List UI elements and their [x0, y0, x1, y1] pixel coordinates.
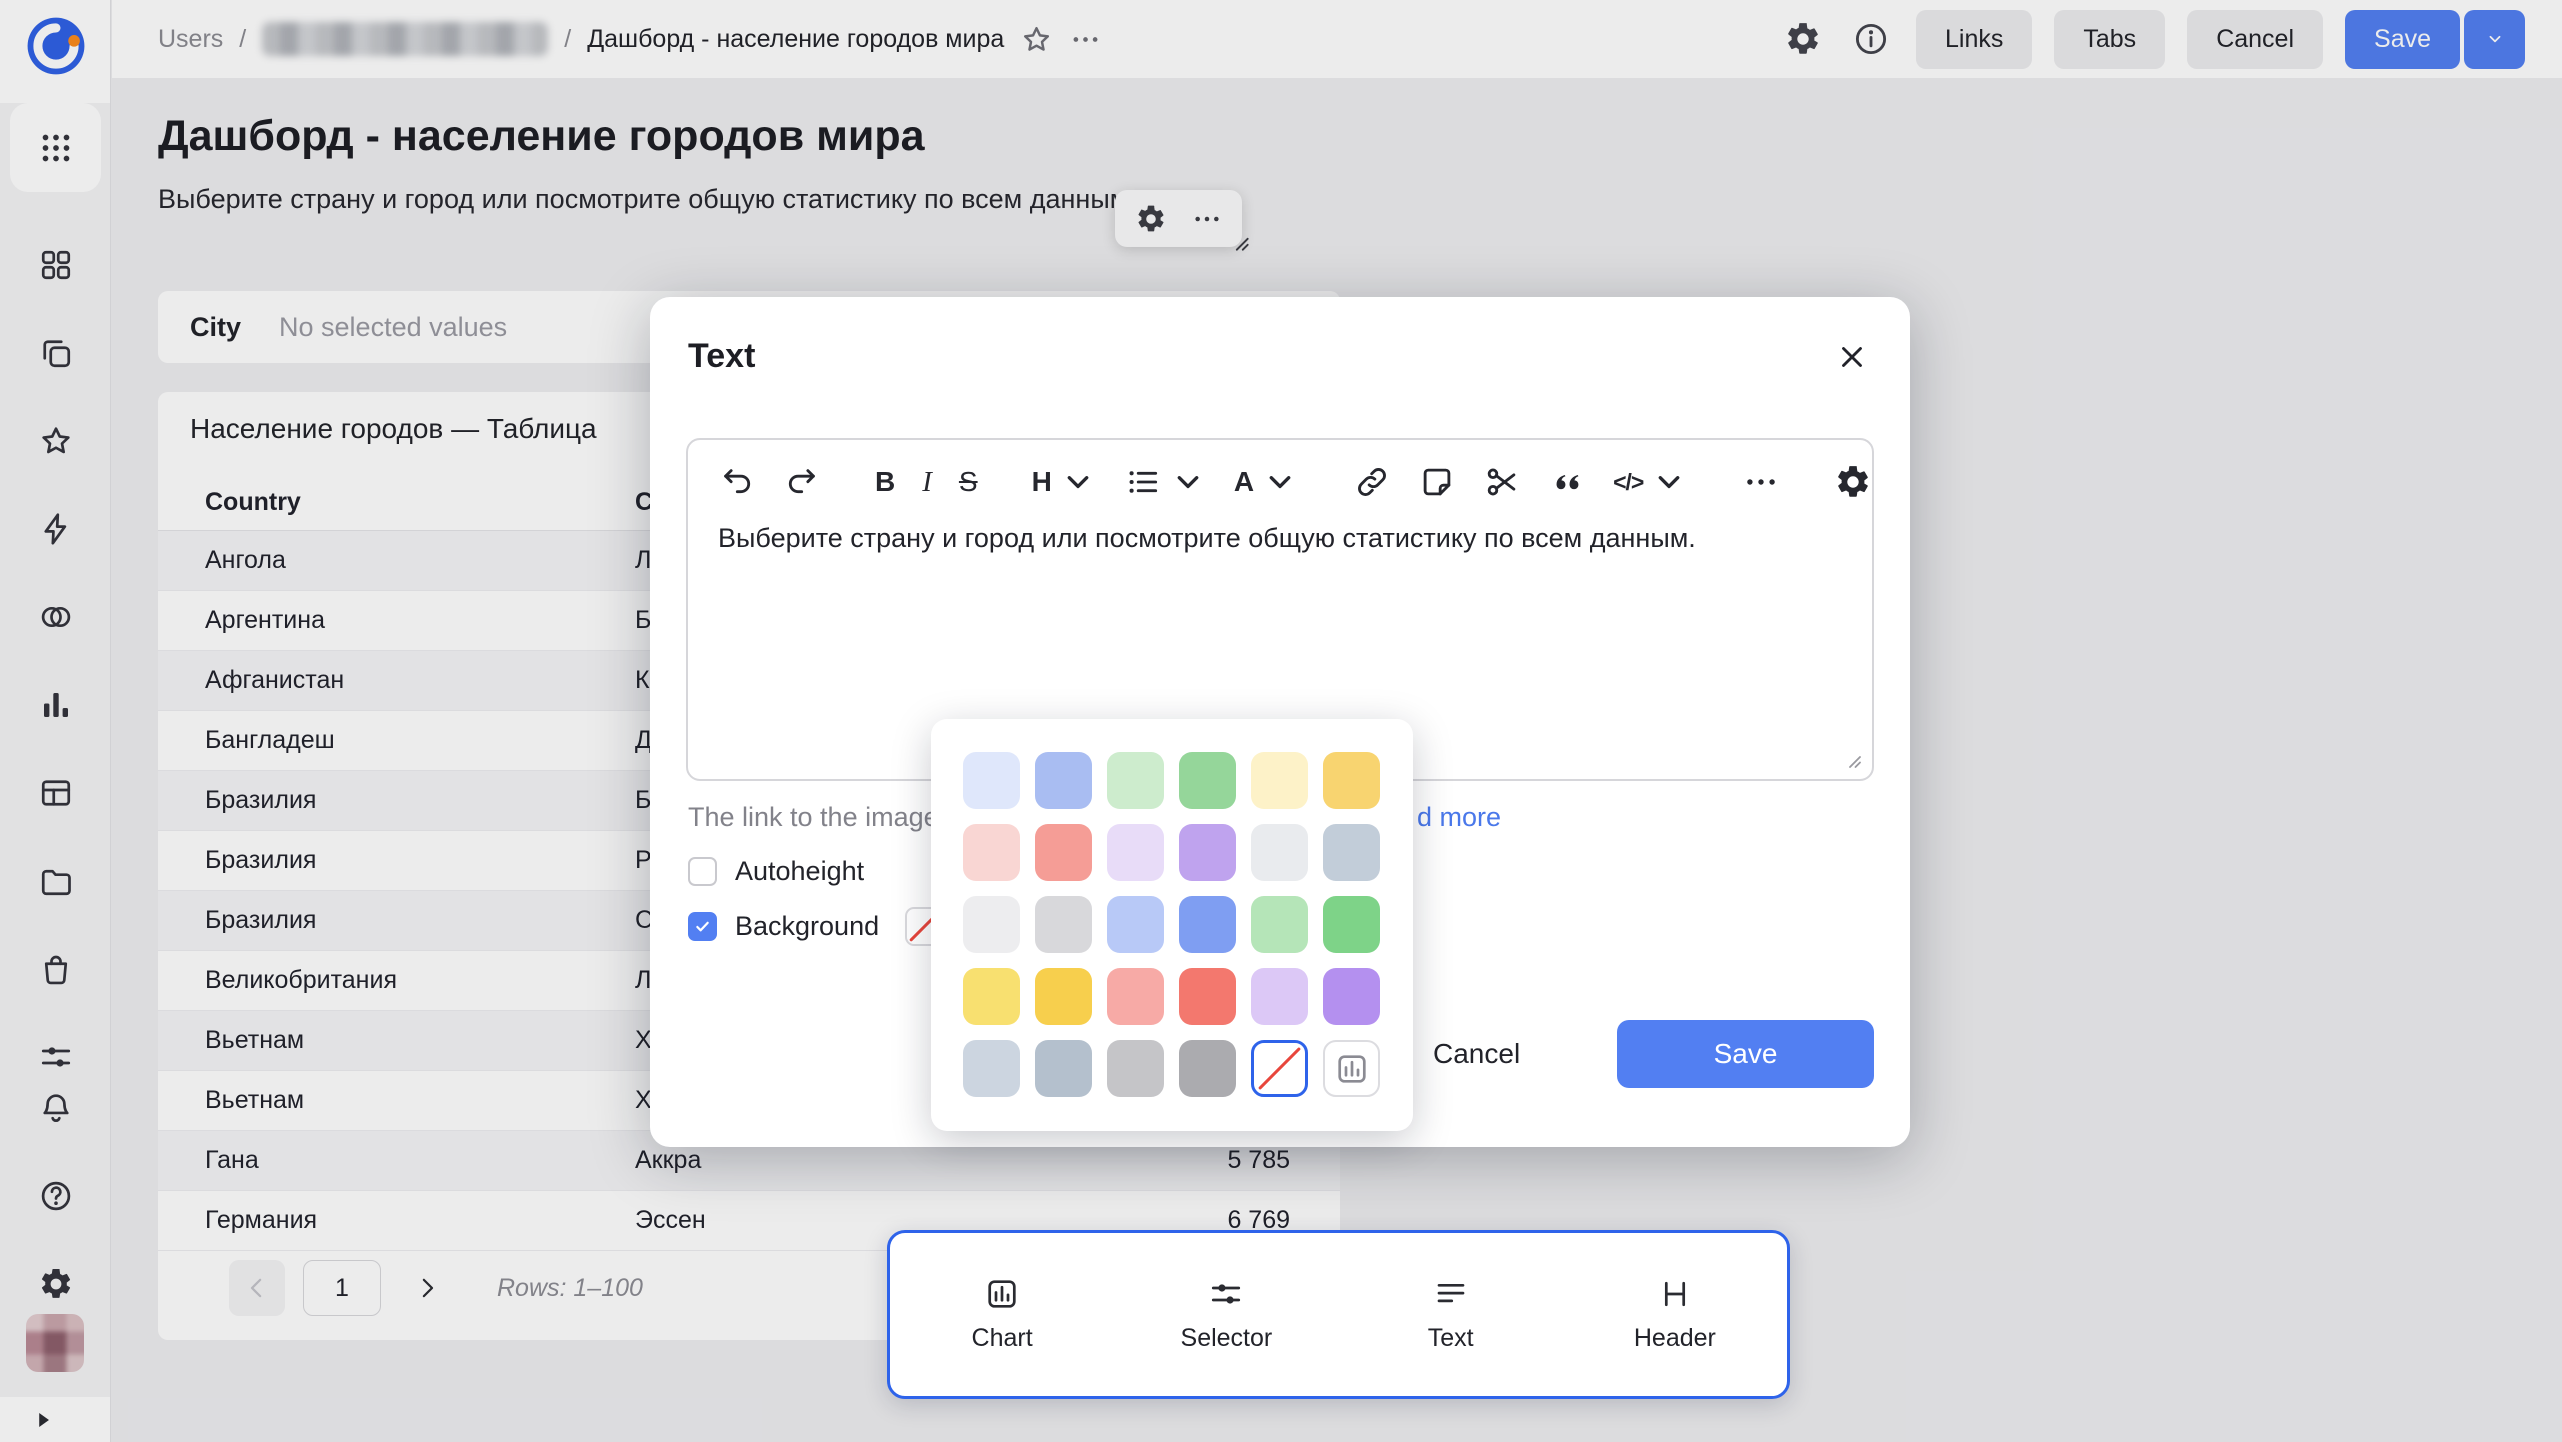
edit-panel-text-button[interactable]: Text [1339, 1276, 1563, 1353]
color-swatch[interactable] [1179, 1040, 1236, 1097]
color-swatch[interactable] [1035, 752, 1092, 809]
color-swatch[interactable] [1035, 968, 1092, 1025]
insert-link-button[interactable] [1353, 460, 1391, 504]
italic-button[interactable]: I [922, 460, 932, 504]
autoheight-checkbox[interactable] [688, 857, 717, 886]
note-icon [1418, 463, 1456, 501]
edit-panel-label: Header [1634, 1324, 1716, 1353]
color-swatch[interactable] [1179, 824, 1236, 881]
background-row: Background [688, 907, 944, 946]
color-swatch[interactable] [1323, 824, 1380, 881]
color-swatch[interactable] [1251, 968, 1308, 1025]
ellipsis-icon [1742, 463, 1780, 501]
header-icon [1657, 1276, 1693, 1312]
dialog-cancel-button[interactable]: Cancel [1433, 1020, 1520, 1088]
quote-button[interactable] [1548, 460, 1586, 504]
code-menu-button[interactable]: </> [1613, 460, 1688, 504]
resize-corner-icon [1840, 747, 1864, 771]
color-swatch[interactable] [1179, 968, 1236, 1025]
text-icon [1433, 1276, 1469, 1312]
autoheight-label: Autoheight [735, 856, 864, 887]
list-menu-button[interactable] [1124, 460, 1207, 504]
link-icon [1353, 463, 1391, 501]
toolbar-more-button[interactable] [1742, 460, 1780, 504]
undo-icon [718, 463, 756, 501]
chart-icon [1334, 1051, 1370, 1087]
selector-icon [1208, 1276, 1244, 1312]
chart-icon [984, 1276, 1020, 1312]
editor-resize-handle[interactable] [1840, 747, 1864, 771]
redo-icon [783, 463, 821, 501]
color-swatch[interactable] [963, 1040, 1020, 1097]
color-swatch[interactable] [963, 824, 1020, 881]
edit-panel-label: Text [1428, 1324, 1474, 1353]
editor-content[interactable]: Выберите страну и город или посмотрите о… [688, 504, 1872, 556]
color-swatch[interactable] [1179, 752, 1236, 809]
color-swatch[interactable] [1251, 896, 1308, 953]
dialog-save-button[interactable]: Save [1617, 1020, 1874, 1088]
color-swatch[interactable] [1323, 896, 1380, 953]
no-color-diagonal-icon [1254, 1043, 1305, 1094]
autoheight-row: Autoheight [688, 856, 864, 887]
datalens-dashboard-editor: Users / / Дашборд - население городов ми… [0, 0, 2562, 1442]
heading-menu-button[interactable]: H [1032, 460, 1097, 504]
dialog-title: Text [688, 337, 755, 376]
color-swatch[interactable] [963, 896, 1020, 953]
quote-icon [1548, 463, 1586, 501]
edit-panel-header-button[interactable]: Header [1563, 1276, 1787, 1353]
edit-panel-chart-button[interactable]: Chart [890, 1276, 1114, 1353]
edit-panel-label: Chart [972, 1324, 1033, 1353]
chevron-down-icon [1169, 463, 1207, 501]
editor-toolbar: B I S H A </> [688, 440, 1872, 504]
color-swatch[interactable] [1035, 824, 1092, 881]
color-swatch[interactable] [963, 752, 1020, 809]
color-swatch[interactable] [1323, 752, 1380, 809]
swatch-widget-theme[interactable] [1323, 1040, 1380, 1097]
close-dialog-button[interactable] [1830, 335, 1874, 379]
color-palette-popup [931, 719, 1413, 1131]
edit-panel-selector-button[interactable]: Selector [1114, 1276, 1338, 1353]
cut-button[interactable] [1483, 460, 1521, 504]
color-swatch[interactable] [1107, 968, 1164, 1025]
check-icon [693, 917, 712, 936]
background-label: Background [735, 911, 879, 942]
color-swatch[interactable] [1035, 1040, 1092, 1097]
scissors-icon [1483, 463, 1521, 501]
note-button[interactable] [1418, 460, 1456, 504]
redo-button[interactable] [783, 460, 821, 504]
chevron-down-icon [1650, 463, 1688, 501]
color-swatch[interactable] [1107, 1040, 1164, 1097]
bold-button[interactable]: B [875, 460, 895, 504]
chevron-down-icon [1059, 463, 1097, 501]
color-swatch[interactable] [1251, 824, 1308, 881]
color-swatch[interactable] [1179, 896, 1236, 953]
image-link-hint: The link to the image [688, 802, 939, 833]
color-swatch[interactable] [1107, 896, 1164, 953]
edit-panel-label: Selector [1181, 1324, 1273, 1353]
dashboard-edit-panel: Chart Selector Text Header [887, 1230, 1790, 1399]
swatch-no-color-selected[interactable] [1251, 1040, 1308, 1097]
strikethrough-button[interactable]: S [959, 460, 978, 504]
editor-settings-button[interactable] [1834, 460, 1872, 504]
undo-button[interactable] [718, 460, 756, 504]
color-swatch[interactable] [1251, 752, 1308, 809]
close-icon [1835, 340, 1869, 374]
color-swatch[interactable] [1035, 896, 1092, 953]
color-swatch[interactable] [1107, 824, 1164, 881]
list-icon [1124, 463, 1162, 501]
gear-icon [1834, 463, 1872, 501]
color-swatch[interactable] [1107, 752, 1164, 809]
text-color-menu-button[interactable]: A [1234, 460, 1299, 504]
chevron-down-icon [1261, 463, 1299, 501]
background-checkbox[interactable] [688, 912, 717, 941]
read-more-link[interactable]: d more [1417, 802, 1501, 833]
color-swatch[interactable] [963, 968, 1020, 1025]
color-swatch[interactable] [1323, 968, 1380, 1025]
